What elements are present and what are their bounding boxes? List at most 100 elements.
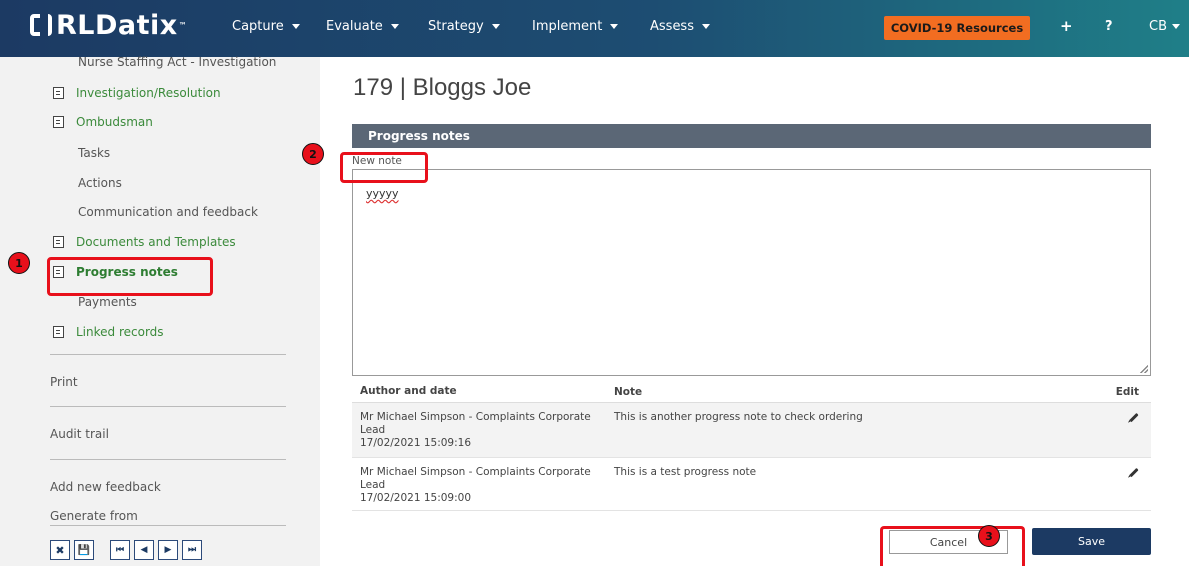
sidebar-audit-trail-link[interactable]: Audit trail <box>50 427 109 441</box>
step-badge-3: 3 <box>978 525 1000 547</box>
first-record-button[interactable]: ⏮ <box>110 540 130 560</box>
highlight-box-progress-notes <box>47 257 213 296</box>
progress-notes-table: Author and date Note Edit Mr Michael Sim… <box>352 381 1151 511</box>
user-menu[interactable]: CB <box>1149 19 1180 34</box>
document-icon <box>53 116 64 128</box>
logo-text: RLDatix <box>56 9 178 41</box>
table-cell-author: Mr Michael Simpson - Complaints Corporat… <box>352 403 614 457</box>
close-record-button[interactable]: ✖ <box>50 540 70 560</box>
table-cell-note: This is a test progress note <box>614 466 757 478</box>
nav-strategy-label: Strategy <box>428 19 484 34</box>
sidebar-print-link[interactable]: Print <box>50 375 78 389</box>
table-cell-author: Mr Michael Simpson - Complaints Corporat… <box>352 458 614 510</box>
column-header-author: Author and date <box>360 385 457 397</box>
help-icon[interactable]: ? <box>1105 19 1113 34</box>
user-initials: CB <box>1149 19 1167 34</box>
panel-title: Progress notes <box>368 129 470 143</box>
table-header: Author and date Note Edit <box>352 381 1151 403</box>
prev-icon: ◀ <box>140 545 148 555</box>
new-note-value: yyyyy <box>366 187 399 200</box>
nav-evaluate[interactable]: Evaluate <box>326 19 399 34</box>
table-cell-edit <box>1084 458 1151 510</box>
chevron-down-icon <box>390 24 399 29</box>
sidebar-item-tasks[interactable]: Tasks <box>78 146 110 160</box>
table-row: Mr Michael Simpson - Complaints Corporat… <box>352 403 1151 458</box>
sidebar-item-documents[interactable]: Documents and Templates <box>53 235 236 249</box>
chevron-down-icon <box>1172 24 1180 29</box>
sidebar-item-label: Documents and Templates <box>76 235 236 249</box>
nav-strategy[interactable]: Strategy <box>428 19 500 34</box>
last-icon: ⏭ <box>187 545 197 555</box>
nav-evaluate-label: Evaluate <box>326 19 383 34</box>
previous-record-button[interactable]: ◀ <box>134 540 154 560</box>
sidebar-item-label: Ombudsman <box>76 115 153 129</box>
nav-assess-label: Assess <box>650 19 694 34</box>
record-toolbar: ✖ 💾 ⏮ ◀ ▶ ⏭ <box>50 540 202 560</box>
sidebar-generate-from-link[interactable]: Generate from <box>50 509 138 523</box>
sidebar-item-label: Communication and feedback <box>78 205 258 219</box>
table-cell-note: This is another progress note to check o… <box>614 411 863 423</box>
note-author: Mr Michael Simpson - Complaints Corporat… <box>360 411 591 436</box>
last-record-button[interactable]: ⏭ <box>182 540 202 560</box>
plus-icon[interactable]: + <box>1060 17 1073 35</box>
covid-resources-button[interactable]: COVID-19 Resources <box>884 16 1030 40</box>
sidebar-item-label: Actions <box>78 176 122 190</box>
sidebar-divider <box>50 459 286 460</box>
sidebar-item-payments[interactable]: Payments <box>78 295 137 309</box>
sidebar-item-label: Tasks <box>78 146 111 160</box>
chevron-down-icon <box>291 24 300 29</box>
column-header-edit: Edit <box>1115 385 1139 398</box>
sidebar-divider <box>50 525 286 526</box>
sidebar-item-label: Linked records <box>76 325 164 339</box>
pencil-edit-icon[interactable] <box>1129 412 1139 423</box>
new-note-textarea[interactable]: yyyyy <box>352 169 1151 376</box>
next-record-button[interactable]: ▶ <box>158 540 178 560</box>
save-button[interactable]: Save <box>1032 528 1151 555</box>
note-date: 17/02/2021 15:09:00 <box>360 492 472 504</box>
sidebar-item-label: Investigation/Resolution <box>76 86 221 100</box>
first-icon: ⏮ <box>115 545 125 555</box>
sidebar-item-actions[interactable]: Actions <box>78 176 122 190</box>
sidebar-item-ombudsman[interactable]: Ombudsman <box>53 115 153 129</box>
table-cell-edit <box>1084 403 1151 457</box>
sidebar-item-communication[interactable]: Communication and feedback <box>78 205 258 219</box>
save-record-button[interactable]: 💾 <box>74 540 94 560</box>
next-icon: ▶ <box>164 545 172 555</box>
toolbar-gap <box>98 540 106 560</box>
step-badge-2: 2 <box>302 143 324 165</box>
highlight-box-cancel <box>880 526 1025 566</box>
pencil-edit-icon[interactable] <box>1129 467 1139 478</box>
resize-handle-icon[interactable] <box>1140 365 1148 373</box>
logo-trademark: ™ <box>178 20 188 30</box>
nav-assess[interactable]: Assess <box>650 19 710 34</box>
document-icon <box>53 236 64 248</box>
top-navigation-bar: RLDatix ™ Capture Evaluate Strategy Imple… <box>0 0 1189 57</box>
sidebar-divider <box>50 354 286 355</box>
progress-notes-panel-header: Progress notes <box>352 124 1151 148</box>
note-author: Mr Michael Simpson - Complaints Corporat… <box>360 466 591 491</box>
nav-implement[interactable]: Implement <box>532 19 619 34</box>
save-icon: 💾 <box>77 544 91 556</box>
logo-mark-icon <box>30 13 52 39</box>
document-icon <box>53 87 64 99</box>
sidebar-item-label: Payments <box>78 295 137 309</box>
rldatix-logo[interactable]: RLDatix ™ <box>30 9 188 41</box>
sidebar-item-nurse-staffing[interactable]: Nurse Staffing Act - Investigation <box>78 55 276 69</box>
chevron-down-icon <box>610 24 619 29</box>
sidebar-item-linked-records[interactable]: Linked records <box>53 325 164 339</box>
nav-capture-label: Capture <box>232 19 284 34</box>
nav-capture[interactable]: Capture <box>232 19 300 34</box>
page-title: 179 | Bloggs Joe <box>353 74 532 101</box>
highlight-box-new-note <box>340 152 428 183</box>
column-header-note: Note <box>614 385 643 398</box>
sidebar-add-feedback-link[interactable]: Add new feedback <box>50 480 161 494</box>
sidebar-item-label: Nurse Staffing Act - Investigation <box>78 55 277 69</box>
chevron-down-icon <box>491 24 500 29</box>
nav-implement-label: Implement <box>532 19 603 34</box>
chevron-down-icon <box>701 24 710 29</box>
note-date: 17/02/2021 15:09:16 <box>360 437 472 449</box>
close-icon: ✖ <box>55 543 65 557</box>
table-row: Mr Michael Simpson - Complaints Corporat… <box>352 458 1151 511</box>
sidebar-divider <box>50 406 286 407</box>
sidebar-item-investigation[interactable]: Investigation/Resolution <box>53 86 221 100</box>
